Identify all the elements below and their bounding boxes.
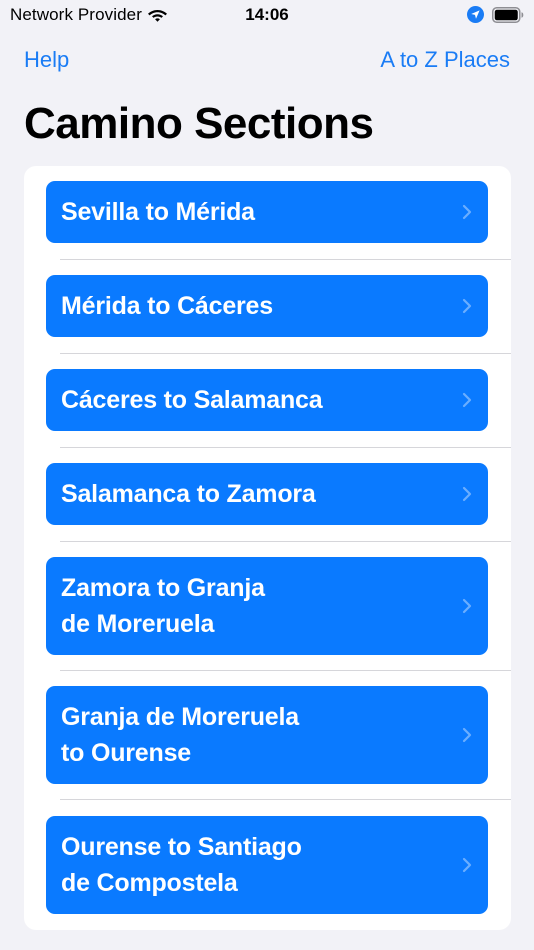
a-to-z-places-button[interactable]: A to Z Places <box>380 47 510 73</box>
status-time: 14:06 <box>245 5 289 24</box>
section-label-line2: to Ourense <box>61 739 191 767</box>
section-label-line1: Cáceres to Salamanca <box>61 386 323 414</box>
chevron-right-icon <box>462 204 472 220</box>
divider <box>60 541 511 542</box>
section-salamanca-zamora-button[interactable]: Salamanca to Zamora <box>46 463 488 525</box>
section-sevilla-merida-button[interactable]: Sevilla to Mérida <box>46 181 488 243</box>
section-label: Sevilla to Mérida <box>61 194 255 230</box>
location-arrow-icon <box>467 6 484 23</box>
section-granja-ourense-button[interactable]: Granja de Moreruela to Ourense <box>46 686 488 784</box>
chevron-right-icon <box>462 727 472 743</box>
section-label-line1: Salamanca to Zamora <box>61 480 316 508</box>
section-label-line1: Sevilla to Mérida <box>61 198 255 226</box>
section-label-line2: de Compostela <box>61 869 238 897</box>
chevron-right-icon <box>462 857 472 873</box>
sections-list: Sevilla to Mérida Mérida to Cáceres Cáce… <box>24 166 511 930</box>
section-merida-caceres-button[interactable]: Mérida to Cáceres <box>46 275 488 337</box>
section-label: Ourense to Santiago de Compostela <box>61 829 302 901</box>
section-label: Mérida to Cáceres <box>61 288 273 324</box>
section-label: Cáceres to Salamanca <box>61 382 323 418</box>
section-label-line2: de Moreruela <box>61 610 215 638</box>
section-caceres-salamanca-button[interactable]: Cáceres to Salamanca <box>46 369 488 431</box>
status-right-group <box>467 6 524 23</box>
section-label: Salamanca to Zamora <box>61 476 316 512</box>
section-label: Granja de Moreruela to Ourense <box>61 699 299 771</box>
chevron-right-icon <box>462 486 472 502</box>
section-label-line1: Ourense to Santiago <box>61 833 302 861</box>
section-zamora-granja-button[interactable]: Zamora to Granja de Moreruela <box>46 557 488 655</box>
divider <box>60 353 511 354</box>
chevron-right-icon <box>462 598 472 614</box>
chevron-right-icon <box>462 392 472 408</box>
chevron-right-icon <box>462 298 472 314</box>
section-label-line1: Zamora to Granja <box>61 574 265 602</box>
battery-icon <box>492 6 524 23</box>
divider <box>60 799 511 800</box>
divider <box>60 447 511 448</box>
section-label-line1: Granja de Moreruela <box>61 703 299 731</box>
divider <box>60 259 511 260</box>
status-bar: Network Provider 14:06 <box>0 0 534 30</box>
divider <box>60 670 511 671</box>
section-ourense-santiago-button[interactable]: Ourense to Santiago de Compostela <box>46 816 488 914</box>
section-label-line1: Mérida to Cáceres <box>61 292 273 320</box>
section-label: Zamora to Granja de Moreruela <box>61 570 265 642</box>
page-title: Camino Sections <box>24 99 374 148</box>
help-button[interactable]: Help <box>24 47 69 73</box>
